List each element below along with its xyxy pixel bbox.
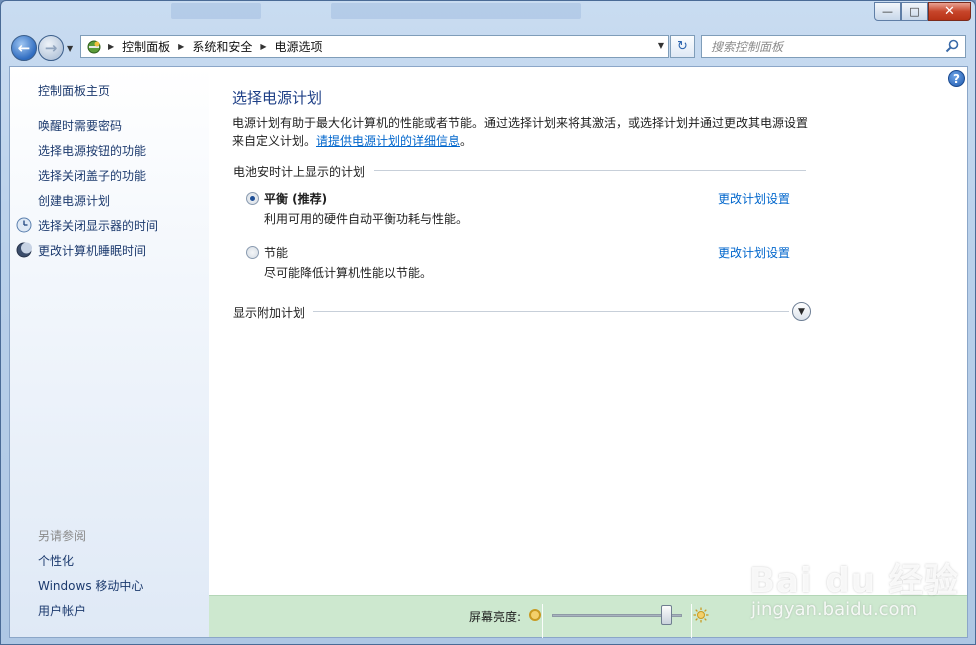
brightness-bar: 屏幕亮度: bbox=[209, 595, 967, 638]
sidebar-link-personalize[interactable]: 个性化 bbox=[38, 552, 74, 569]
breadcrumb-system-security[interactable]: 系统和安全 bbox=[188, 38, 256, 55]
forward-button[interactable]: → bbox=[38, 35, 64, 61]
breadcrumb-arrow-icon[interactable]: ▶ bbox=[256, 42, 270, 51]
dim-brightness-icon bbox=[529, 609, 541, 621]
title-blur bbox=[171, 3, 261, 19]
sidebar-link-lid-close[interactable]: 选择关闭盖子的功能 bbox=[38, 167, 146, 184]
minimize-button[interactable]: — bbox=[874, 2, 901, 21]
breadcrumb-control-panel[interactable]: 控制面板 bbox=[118, 38, 174, 55]
window-frame: — □ ✕ ← → ▼ ▶ 控制面板 ▶ 系统和安全 ▶ 电源选项 ▼ ↻ 搜索… bbox=[0, 0, 976, 645]
sidebar-link-wake-password[interactable]: 唤醒时需要密码 bbox=[38, 117, 122, 134]
page-description: 电源计划有助于最大化计算机的性能或者节能。通过选择计划来将其激活，或选择计划并通… bbox=[232, 114, 817, 150]
plan-balanced-name[interactable]: 平衡 (推荐) bbox=[264, 190, 327, 207]
monitor-clock-icon bbox=[16, 217, 32, 233]
description-prefix: 来自定义计划。 bbox=[232, 134, 317, 148]
sidebar-link-user-accounts[interactable]: 用户帐户 bbox=[38, 602, 86, 619]
search-icon[interactable] bbox=[945, 39, 959, 53]
brightness-slider-thumb[interactable] bbox=[661, 605, 672, 625]
breadcrumb-arrow-icon[interactable]: ▶ bbox=[104, 42, 118, 51]
description-line-1: 电源计划有助于最大化计算机的性能或者节能。通过选择计划来将其激活，或选择计划并通… bbox=[232, 116, 809, 130]
group-divider bbox=[374, 170, 806, 171]
refresh-icon: ↻ bbox=[677, 39, 688, 54]
plan-power-saver-radio[interactable] bbox=[246, 246, 259, 259]
see-also-heading: 另请参阅 bbox=[38, 529, 87, 543]
task-pane: 控制面板主页 唤醒时需要密码 选择电源按钮的功能 选择关闭盖子的功能 创建电源计… bbox=[10, 67, 209, 637]
expand-chevron-icon[interactable]: ▼ bbox=[792, 302, 811, 321]
sidebar-link-home[interactable]: 控制面板主页 bbox=[38, 82, 110, 99]
plan-balanced-desc: 利用可用的硬件自动平衡功耗与性能。 bbox=[264, 212, 469, 226]
plans-group-title: 电池安时计上显示的计划 bbox=[233, 165, 366, 179]
extra-plans-divider bbox=[313, 311, 789, 312]
plan-balanced-radio[interactable] bbox=[246, 192, 259, 205]
plan-details-link[interactable]: 请提供电源计划的详细信息 bbox=[316, 134, 460, 148]
sidebar-link-sleep-time[interactable]: 更改计算机睡眠时间 bbox=[38, 242, 146, 259]
plan-power-saver-name[interactable]: 节能 bbox=[264, 244, 288, 261]
title-bar[interactable]: — □ ✕ bbox=[1, 1, 976, 31]
search-placeholder: 搜索控制面板 bbox=[711, 40, 784, 54]
plan-power-saver-settings-link[interactable]: 更改计划设置 bbox=[718, 244, 790, 261]
plan-balanced-settings-link[interactable]: 更改计划设置 bbox=[718, 190, 790, 207]
sidebar-link-display-off[interactable]: 选择关闭显示器的时间 bbox=[38, 217, 158, 234]
address-dropdown-icon[interactable]: ▼ bbox=[658, 41, 664, 50]
help-icon[interactable]: ? bbox=[948, 70, 965, 87]
title-blur bbox=[331, 3, 581, 19]
bar-separator bbox=[691, 604, 692, 638]
arrow-right-icon: → bbox=[44, 39, 58, 57]
show-extra-plans-label[interactable]: 显示附加计划 bbox=[233, 304, 305, 321]
maximize-button[interactable]: □ bbox=[901, 2, 928, 21]
description-line-2: 来自定义计划。请提供电源计划的详细信息。 bbox=[232, 132, 817, 150]
close-button[interactable]: ✕ bbox=[928, 2, 971, 21]
sidebar-link-power-button[interactable]: 选择电源按钮的功能 bbox=[38, 142, 146, 159]
bar-separator bbox=[542, 604, 543, 638]
refresh-button[interactable]: ↻ bbox=[670, 35, 695, 58]
search-input[interactable]: 搜索控制面板 bbox=[701, 35, 966, 58]
breadcrumb-power-options[interactable]: 电源选项 bbox=[271, 38, 327, 55]
breadcrumb-arrow-icon[interactable]: ▶ bbox=[174, 42, 188, 51]
main-content: ? 选择电源计划 电源计划有助于最大化计算机的性能或者节能。通过选择计划来将其激… bbox=[209, 67, 967, 595]
arrow-left-icon: ← bbox=[17, 39, 31, 57]
description-suffix: 。 bbox=[460, 134, 473, 148]
bright-sun-icon bbox=[693, 607, 709, 623]
client-area: 控制面板主页 唤醒时需要密码 选择电源按钮的功能 选择关闭盖子的功能 创建电源计… bbox=[9, 66, 968, 638]
address-bar[interactable]: ▶ 控制面板 ▶ 系统和安全 ▶ 电源选项 ▼ bbox=[80, 35, 669, 58]
control-panel-icon bbox=[84, 39, 104, 55]
navigation-bar: ← → ▼ ▶ 控制面板 ▶ 系统和安全 ▶ 电源选项 ▼ ↻ 搜索控制面板 bbox=[1, 31, 976, 63]
recent-pages-dropdown[interactable]: ▼ bbox=[67, 44, 73, 53]
plan-power-saver-desc: 尽可能降低计算机性能以节能。 bbox=[264, 266, 433, 280]
back-button[interactable]: ← bbox=[11, 35, 37, 61]
sidebar-link-create-plan[interactable]: 创建电源计划 bbox=[38, 192, 110, 209]
page-title: 选择电源计划 bbox=[232, 89, 323, 107]
sleep-moon-icon bbox=[16, 242, 32, 258]
brightness-label: 屏幕亮度: bbox=[469, 610, 522, 624]
sidebar-link-mobility-center[interactable]: Windows 移动中心 bbox=[38, 577, 143, 594]
